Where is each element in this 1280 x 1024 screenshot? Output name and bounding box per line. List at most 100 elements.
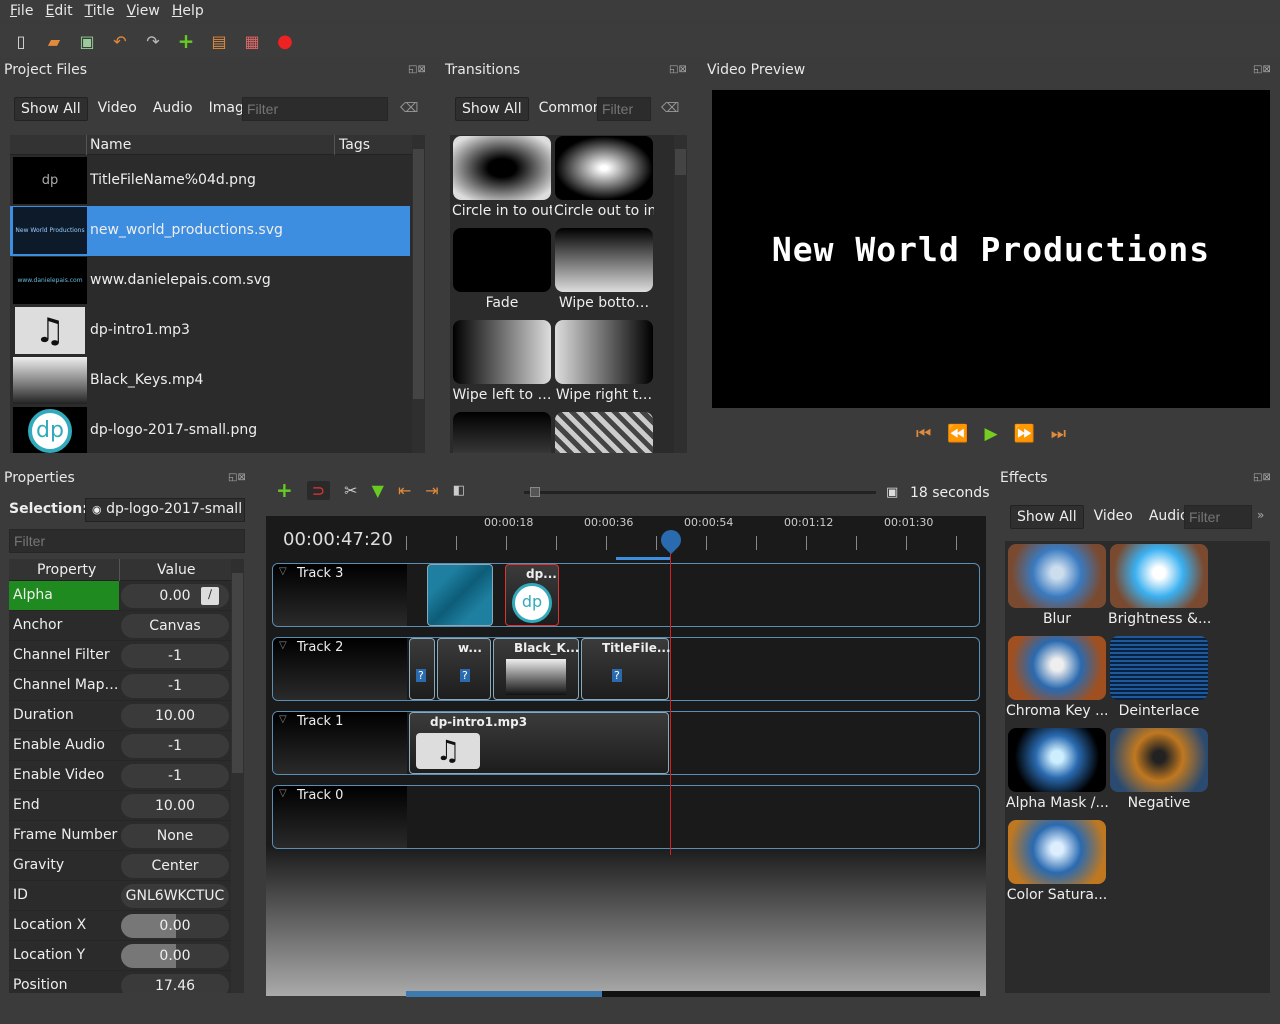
playhead[interactable] [670,545,671,855]
dock-float-close-icon[interactable]: ◱⊠ [228,472,246,483]
property-value[interactable]: GNL6WKCTUC [121,884,229,908]
track-1[interactable]: Track 1 ▽ dp-intro1.mp3 ♫ [272,711,980,775]
menu-file[interactable]: File [4,3,39,19]
transition-thumb[interactable] [555,320,653,384]
clip[interactable]: TitleFile...? [581,638,671,700]
blur-icon[interactable] [1008,544,1106,608]
property-value[interactable]: Canvas [121,614,229,638]
selection-dropdown[interactable]: ◉ dp-logo-2017-small [85,498,245,522]
brightness-icon[interactable] [1110,544,1208,608]
property-value[interactable]: 0.00 [121,944,229,968]
record-icon[interactable]: ● [274,30,296,52]
more-icon[interactable]: » [1257,508,1264,522]
center-timeline-icon[interactable]: ◧ [453,483,465,498]
property-value[interactable]: -1 [121,644,229,668]
col-value[interactable]: Value [157,562,195,578]
list-item[interactable]: dp dp-logo-2017-small.png [10,406,410,453]
transition-thumb[interactable] [555,136,653,200]
tab-show-all[interactable]: Show All [455,97,529,121]
property-row[interactable]: Enable Audio -1 [9,731,231,761]
add-marker-icon[interactable]: ▼ [372,481,384,500]
scrollbar[interactable] [231,559,244,993]
transition-thumb[interactable] [555,412,653,453]
play-icon[interactable]: ▶ [984,424,997,444]
project-files-filter[interactable] [242,97,388,121]
col-tags[interactable]: Tags [334,135,370,155]
transition-thumb[interactable] [453,320,551,384]
razor-icon[interactable]: ✂ [344,481,357,500]
scrollbar[interactable] [674,135,687,453]
video-canvas[interactable]: New World Productions [712,90,1270,408]
audio-clip[interactable]: dp-intro1.mp3 ♫ [409,712,669,774]
snap-icon[interactable]: ⊃ [306,480,331,500]
property-value[interactable]: 10.00 [121,794,229,818]
redo-icon[interactable]: ↷ [142,30,164,52]
property-value[interactable]: -1 [121,734,229,758]
timeline-scrollbar[interactable] [406,991,980,997]
property-row[interactable]: Frame Number None [9,821,231,851]
properties-filter[interactable] [9,529,245,553]
property-value[interactable]: 10.00 [121,704,229,728]
property-row[interactable]: Channel Map… -1 [9,671,231,701]
undo-icon[interactable]: ↶ [109,30,131,52]
chroma-key-icon[interactable] [1008,636,1106,700]
transition-clip[interactable] [427,564,493,626]
menu-title[interactable]: Title [79,3,121,19]
clip[interactable]: dp... dp [505,564,559,626]
transition-thumb[interactable] [453,136,551,200]
previous-marker-icon[interactable]: ⇤ [398,481,411,500]
list-item[interactable]: dp TitleFileName%04d.png [10,156,410,206]
dock-float-close-icon[interactable]: ◱⊠ [1253,64,1271,75]
clear-filter-icon[interactable]: ⌫ [661,101,679,116]
tab-video[interactable]: Video [1088,505,1139,529]
property-row[interactable]: End 10.00 [9,791,231,821]
scrollbar[interactable] [412,135,425,453]
clip[interactable]: ? [409,638,435,700]
menu-help[interactable]: Help [166,3,210,19]
property-row[interactable]: Anchor Canvas [9,611,231,641]
fast-forward-icon[interactable]: ⏩ [1014,424,1035,444]
menu-edit[interactable]: Edit [39,3,78,19]
jump-end-icon[interactable]: ⏭ [1051,424,1066,444]
tab-show-all[interactable]: Show All [1010,505,1084,529]
keyframe-curve-icon[interactable]: ∕ [201,587,219,605]
color-saturation-icon[interactable] [1008,820,1106,884]
open-project-icon[interactable]: ▰ [43,30,65,52]
new-project-icon[interactable]: ▯ [10,30,32,52]
import-files-icon[interactable]: + [175,29,197,53]
property-row[interactable]: Channel Filter -1 [9,641,231,671]
property-row[interactable]: Location Y 0.00 [9,941,231,971]
zoom-slider[interactable] [524,487,876,497]
property-row[interactable]: Location X 0.00 [9,911,231,941]
profile-icon[interactable]: ▤ [208,30,230,52]
tab-audio[interactable]: Audio [147,97,199,121]
track-3[interactable]: Track 3 ▽ dp... dp [272,563,980,627]
negative-icon[interactable] [1110,728,1208,792]
menu-view[interactable]: View [121,3,166,19]
transitions-filter[interactable] [597,97,651,121]
property-value[interactable]: 17.46 [121,974,229,993]
clip[interactable]: w...? [437,638,491,700]
track-0[interactable]: Track 0 ▽ [272,785,980,849]
property-row[interactable]: ID GNL6WKCTUC [9,881,231,911]
alpha-mask-icon[interactable] [1008,728,1106,792]
property-value[interactable]: -1 [121,764,229,788]
save-project-icon[interactable]: ▣ [76,30,98,52]
property-value[interactable]: 0.00 [121,914,229,938]
col-name[interactable]: Name [90,137,131,153]
zoom-checkbox-icon[interactable]: ▣ [886,485,898,500]
transition-thumb[interactable] [453,412,551,453]
clip[interactable]: Black_K... [493,638,579,700]
property-value[interactable]: Center [121,854,229,878]
export-icon[interactable]: ▦ [241,30,263,52]
list-item[interactable]: www.danielepais.com www.danielepais.com.… [10,256,410,306]
property-row[interactable]: Gravity Center [9,851,231,881]
transition-thumb[interactable] [453,228,551,292]
property-row[interactable]: Alpha 0.00 ∕ [9,581,231,611]
list-item[interactable]: New World Productions new_world_producti… [10,206,410,256]
transition-thumb[interactable] [555,228,653,292]
dock-float-close-icon[interactable]: ◱⊠ [669,64,687,75]
property-row[interactable]: Enable Video -1 [9,761,231,791]
dock-float-close-icon[interactable]: ◱⊠ [408,64,426,75]
effects-filter[interactable] [1184,505,1252,529]
